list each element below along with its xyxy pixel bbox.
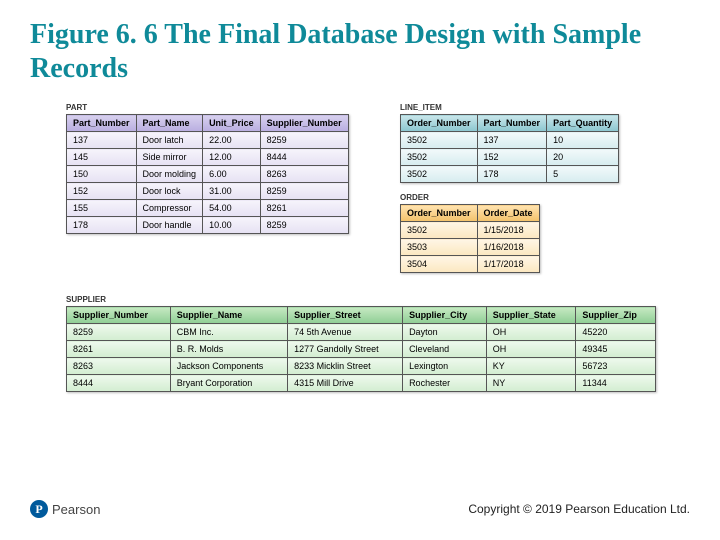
pearson-logo-icon: P bbox=[30, 500, 48, 518]
table-row: 35021785 bbox=[401, 166, 619, 183]
part-h3: Supplier_Number bbox=[260, 115, 348, 132]
pearson-logo: P Pearson bbox=[30, 500, 100, 518]
table-row: 35021/15/2018 bbox=[401, 222, 540, 239]
copyright-text: Copyright © 2019 Pearson Education Ltd. bbox=[468, 502, 690, 516]
pearson-logo-text: Pearson bbox=[52, 502, 100, 517]
part-table-block: PART Part_Number Part_Name Unit_Price Su… bbox=[66, 103, 366, 234]
supplier-h1: Supplier_Name bbox=[170, 307, 287, 324]
lineitem-h2: Part_Quantity bbox=[547, 115, 619, 132]
table-row: 145Side mirror12.008444 bbox=[67, 149, 349, 166]
table-row: 155Compressor54.008261 bbox=[67, 200, 349, 217]
supplier-h4: Supplier_State bbox=[486, 307, 576, 324]
lineitem-table: Order_Number Part_Number Part_Quantity 3… bbox=[400, 114, 619, 183]
footer: P Pearson Copyright © 2019 Pearson Educa… bbox=[0, 500, 720, 518]
lineitem-h0: Order_Number bbox=[401, 115, 478, 132]
supplier-h2: Supplier_Street bbox=[288, 307, 403, 324]
table-row: 8263Jackson Components8233 Micklin Stree… bbox=[67, 358, 656, 375]
supplier-h3: Supplier_City bbox=[403, 307, 487, 324]
supplier-table: Supplier_Number Supplier_Name Supplier_S… bbox=[66, 306, 656, 392]
supplier-label: SUPPLIER bbox=[66, 295, 656, 304]
table-row: 152Door lock31.008259 bbox=[67, 183, 349, 200]
supplier-h5: Supplier_Zip bbox=[576, 307, 656, 324]
part-label: PART bbox=[66, 103, 366, 112]
table-row: 178Door handle10.008259 bbox=[67, 217, 349, 234]
table-row: 150Door molding6.008263 bbox=[67, 166, 349, 183]
table-row: 35041/17/2018 bbox=[401, 256, 540, 273]
supplier-h0: Supplier_Number bbox=[67, 307, 171, 324]
table-row: 137Door latch22.008259 bbox=[67, 132, 349, 149]
part-h0: Part_Number bbox=[67, 115, 137, 132]
lineitem-table-block: LINE_ITEM Order_Number Part_Number Part_… bbox=[400, 103, 650, 183]
table-row: 35031/16/2018 bbox=[401, 239, 540, 256]
order-h1: Order_Date bbox=[477, 205, 539, 222]
part-h2: Unit_Price bbox=[203, 115, 261, 132]
table-row: 350215220 bbox=[401, 149, 619, 166]
order-table: Order_Number Order_Date 35021/15/2018 35… bbox=[400, 204, 540, 273]
table-row: 8259CBM Inc.74 5th AvenueDaytonOH45220 bbox=[67, 324, 656, 341]
part-table: Part_Number Part_Name Unit_Price Supplie… bbox=[66, 114, 349, 234]
order-label: ORDER bbox=[400, 193, 600, 202]
supplier-table-block: SUPPLIER Supplier_Number Supplier_Name S… bbox=[66, 295, 656, 392]
order-table-block: ORDER Order_Number Order_Date 35021/15/2… bbox=[400, 193, 600, 273]
lineitem-label: LINE_ITEM bbox=[400, 103, 650, 112]
table-row: 8444Bryant Corporation4315 Mill DriveRoc… bbox=[67, 375, 656, 392]
tables-area: PART Part_Number Part_Name Unit_Price Su… bbox=[0, 85, 720, 103]
part-h1: Part_Name bbox=[136, 115, 203, 132]
figure-title: Figure 6. 6 The Final Database Design wi… bbox=[0, 0, 720, 85]
table-row: 350213710 bbox=[401, 132, 619, 149]
order-h0: Order_Number bbox=[401, 205, 478, 222]
lineitem-h1: Part_Number bbox=[477, 115, 547, 132]
table-row: 8261B. R. Molds1277 Gandolly StreetCleve… bbox=[67, 341, 656, 358]
